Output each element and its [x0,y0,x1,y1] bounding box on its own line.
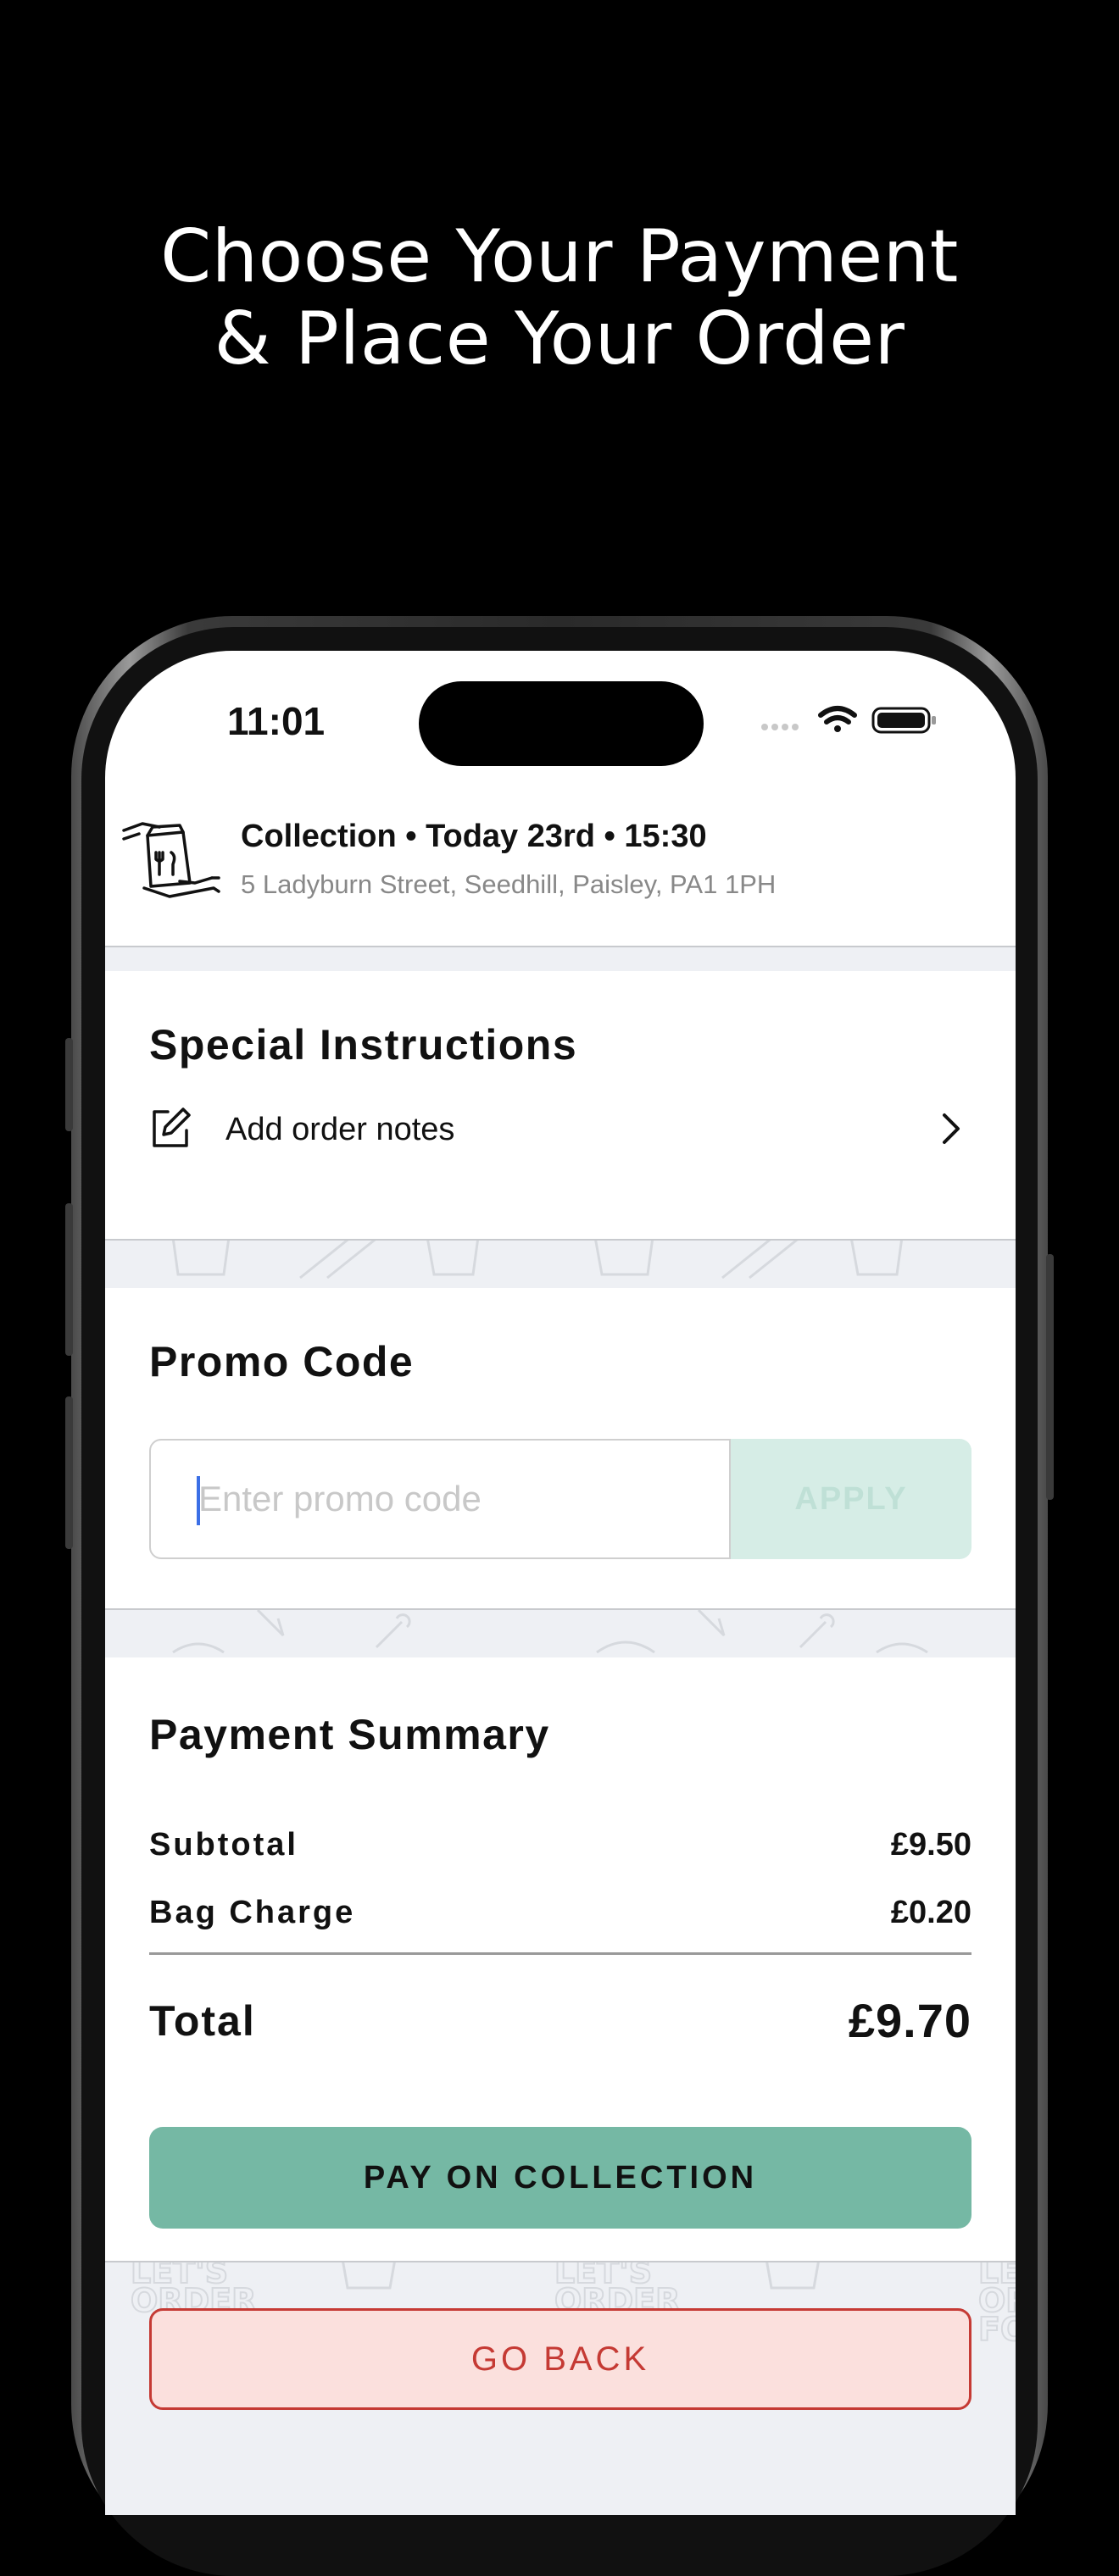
chevron-right-icon [943,1113,960,1144]
food-pattern-background [172,1610,928,1654]
order-header: Collection • Today 23rd • 15:30 5 Ladybu… [105,812,1016,922]
headline-line-1: Choose Your Payment [160,214,959,299]
footer-band: LET'S ORDER LET'S ORDER LET'S ORDER FOOD… [105,2261,1016,2515]
payment-summary-section: Payment Summary Subtotal £9.50 Bag Charg… [105,1657,1016,2261]
go-back-button[interactable]: GO BACK [149,2308,971,2410]
battery-icon [871,707,936,734]
order-mode-time: Collection • Today 23rd • 15:30 [241,819,707,854]
edit-note-icon [153,1108,191,1147]
summary-divider [149,1952,971,1955]
total-label: Total [149,1997,256,2045]
food-pattern-background [172,1241,903,1280]
action-button [65,1038,73,1131]
watermark-text: FOOD [978,2311,1016,2348]
payment-summary-title: Payment Summary [149,1711,550,1758]
collection-address: 5 Ladyburn Street, Seedhill, Paisley, PA… [241,869,777,899]
collection-bag-icon [122,822,220,898]
promo-code-title: Promo Code [149,1338,415,1385]
section-divider-band [105,1608,1016,1659]
status-icons [761,706,936,734]
special-instructions-title: Special Instructions [149,1021,578,1069]
status-time: 11:01 [227,699,326,743]
text-cursor [197,1476,200,1525]
bag-charge-value: £0.20 [890,1895,971,1930]
add-order-notes-row[interactable]: Add order notes [149,1107,971,1158]
bag-charge-row: Bag Charge £0.20 [149,1895,971,1937]
section-divider-band [105,1239,1016,1290]
promo-code-input[interactable] [149,1439,731,1559]
pay-on-collection-button[interactable]: PAY ON COLLECTION [149,2127,971,2229]
power-button [1046,1254,1054,1500]
apply-button[interactable]: APPLY [731,1439,971,1559]
headline: Choose Your Payment & Place Your Order [0,216,1119,380]
cellular-signal-icon [761,724,799,730]
add-order-notes-label: Add order notes [225,1112,455,1147]
bag-charge-label: Bag Charge [149,1895,356,1930]
special-instructions-section: Special Instructions Add order notes [105,971,1016,1239]
dynamic-island [419,681,704,766]
phone-screen: 11:01 Collection • Today 23rd • 15:30 5 … [105,651,1016,2515]
subtotal-value: £9.50 [890,1827,971,1863]
volume-down-button [65,1396,73,1549]
wifi-icon [818,706,857,732]
subtotal-row: Subtotal £9.50 [149,1827,971,1869]
headline-line-2: & Place Your Order [214,297,905,381]
section-divider-band [105,946,1016,973]
volume-up-button [65,1203,73,1356]
total-value: £9.70 [848,1994,971,2047]
promo-code-section: Promo Code APPLY [105,1288,1016,1608]
subtotal-label: Subtotal [149,1827,298,1863]
